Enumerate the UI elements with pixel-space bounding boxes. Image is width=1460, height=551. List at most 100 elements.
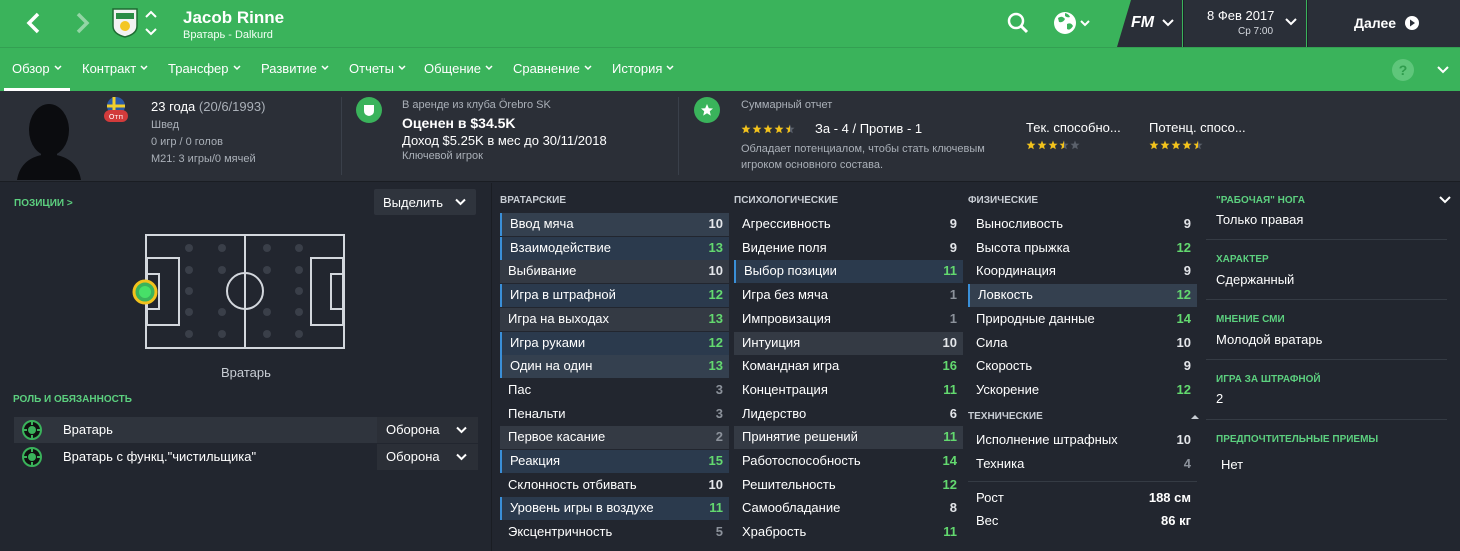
back-arrow-icon[interactable] [18, 8, 48, 38]
report-star-icon[interactable] [694, 97, 720, 123]
chevron-down-icon [321, 65, 329, 71]
attribute-row[interactable]: Лидерство 6 [734, 403, 963, 426]
tab-communication[interactable]: Общение [424, 61, 493, 76]
search-icon[interactable] [1006, 11, 1030, 35]
attribute-row[interactable]: Самообладание 8 [734, 497, 963, 520]
tab-overview[interactable]: Обзор [12, 61, 62, 76]
attribute-row[interactable]: Пас 3 [500, 379, 729, 402]
attribute-row[interactable]: Техника 4 [968, 453, 1197, 476]
attribute-row[interactable]: Склонность отбивать 10 [500, 474, 729, 497]
chevron-down-icon [1285, 18, 1297, 26]
attribute-row[interactable]: Скорость 9 [968, 355, 1197, 378]
nationality: Швед [151, 119, 180, 131]
long-shots-label: ИГРА ЗА ШТРАФНОЙ [1216, 374, 1321, 385]
personality-value: Сдержанный [1216, 272, 1295, 287]
attribute-row[interactable]: Выбор позиции 11 [734, 260, 963, 284]
attribute-row[interactable]: Природные данные 14 [968, 308, 1197, 331]
highlight-dropdown[interactable]: Выделить [374, 189, 476, 215]
attribute-row[interactable]: Взаимодействие 13 [500, 236, 729, 260]
attribute-value: 11 [943, 381, 957, 397]
attribute-row[interactable]: Интуиция 10 [734, 331, 963, 355]
goalkeeper-position-marker[interactable] [132, 279, 158, 305]
chevron-down-icon [666, 65, 674, 71]
attribute-row[interactable]: Импровизация 1 [734, 308, 963, 331]
attribute-row[interactable]: Высота прыжка 12 [968, 237, 1197, 260]
attribute-row[interactable]: Игра руками 12 [500, 331, 729, 355]
collapse-triangle-icon[interactable] [1191, 414, 1199, 420]
attribute-row[interactable]: Выносливость 9 [968, 213, 1197, 236]
chevron-down-icon[interactable] [1439, 195, 1451, 204]
attribute-row[interactable]: Концентрация 11 [734, 379, 963, 402]
role-row[interactable]: Вратарь с функц."чистильщика" Оборона [14, 444, 478, 470]
divider [491, 183, 492, 551]
loan-info[interactable]: В аренде из клуба Örebro SK [402, 99, 551, 111]
club-crest-icon[interactable] [112, 8, 138, 38]
date-button[interactable]: 8 Фев 2017 Ср 7:00 [1183, 0, 1306, 47]
potential-ability-stars [1149, 140, 1203, 150]
divider [341, 97, 342, 175]
help-icon[interactable]: ? [1392, 59, 1414, 81]
tab-comparison[interactable]: Сравнение [513, 61, 592, 76]
tab-development[interactable]: Развитие [261, 61, 329, 76]
attribute-name: Природные данные [976, 310, 1095, 326]
attribute-row[interactable]: Пенальти 3 [500, 403, 729, 426]
duty-dropdown[interactable]: Оборона [377, 444, 478, 470]
player-switch-chevrons-icon[interactable] [143, 8, 159, 38]
squad-status: Ключевой игрок [402, 150, 483, 162]
attribute-row[interactable]: Уровень игры в воздухе 11 [500, 497, 729, 521]
attribute-value: 3 [715, 405, 723, 421]
attribute-value: 14 [1176, 310, 1191, 326]
position-pitch[interactable] [145, 234, 345, 349]
tab-transfer[interactable]: Трансфер [168, 61, 241, 76]
attribute-row[interactable]: Видение поля 9 [734, 237, 963, 260]
attribute-row[interactable]: Первое касание 2 [500, 426, 729, 450]
attribute-row[interactable]: Игра на выходах 13 [500, 307, 729, 331]
attribute-row[interactable]: Работоспособность 14 [734, 450, 963, 473]
attribute-row[interactable]: Ловкость 12 [968, 284, 1197, 308]
attribute-row[interactable]: Игра в штрафной 12 [500, 284, 729, 308]
attribute-value: 8 [949, 500, 957, 516]
attribute-row[interactable]: Реакция 15 [500, 450, 729, 473]
attribute-row[interactable]: Исполнение штрафных 10 [968, 429, 1197, 452]
attribute-value: 11 [709, 500, 723, 516]
role-row[interactable]: Вратарь Оборона [14, 417, 478, 443]
position-label: Вратарь [221, 365, 271, 380]
attribute-row[interactable]: Эксцентричность 5 [500, 521, 729, 544]
player-subtitle[interactable]: Вратарь - Dalkurd [183, 29, 273, 41]
measurement-name: Вес [976, 513, 999, 528]
attribute-row[interactable]: Командная игра 16 [734, 355, 963, 378]
attribute-name: Концентрация [742, 381, 828, 397]
attribute-row[interactable]: Принятие решений 11 [734, 426, 963, 450]
attribute-name: Ввод мяча [510, 216, 574, 231]
continue-button[interactable]: Далее [1307, 0, 1460, 47]
attribute-row[interactable]: Храбрость 11 [734, 521, 963, 544]
attribute-name: Храбрость [742, 524, 807, 540]
attribute-value: 11 [943, 429, 957, 445]
tab-contract[interactable]: Контракт [82, 61, 148, 76]
star-icon [752, 124, 762, 134]
attribute-row[interactable]: Ввод мяча 10 [500, 213, 729, 236]
chevron-down-icon[interactable] [1437, 65, 1449, 74]
tab-history[interactable]: История [612, 61, 674, 76]
role-duty-title: РОЛЬ И ОБЯЗАННОСТЬ [13, 394, 132, 405]
attribute-row[interactable]: Один на один 13 [500, 355, 729, 379]
tab-reports[interactable]: Отчеты [349, 61, 406, 76]
attribute-row[interactable]: Решительность 12 [734, 474, 963, 497]
attribute-row[interactable]: Выбивание 10 [500, 260, 729, 284]
sweden-flag-icon[interactable]: Отп [104, 97, 128, 127]
attribute-name: Игра руками [510, 334, 586, 350]
globe-icon[interactable] [1052, 10, 1092, 36]
attribute-row[interactable]: Ускорение 12 [968, 379, 1197, 402]
forward-arrow-icon[interactable] [68, 8, 98, 38]
availability-badge-text: Отп [109, 113, 123, 121]
attribute-row[interactable]: Координация 9 [968, 260, 1197, 283]
fm-menu-button[interactable]: FM [1117, 0, 1182, 47]
attribute-row[interactable]: Игра без мяча 1 [734, 284, 963, 307]
measurement-row: Вес 86 кг [968, 510, 1197, 533]
positions-link[interactable]: ПОЗИЦИИ > [14, 198, 73, 209]
attribute-name: Игра в штрафной [510, 287, 616, 303]
duty-dropdown[interactable]: Оборона [377, 417, 478, 443]
attribute-row[interactable]: Агрессивность 9 [734, 213, 963, 236]
attribute-row[interactable]: Сила 10 [968, 332, 1197, 355]
attribute-value: 12 [1176, 239, 1191, 255]
